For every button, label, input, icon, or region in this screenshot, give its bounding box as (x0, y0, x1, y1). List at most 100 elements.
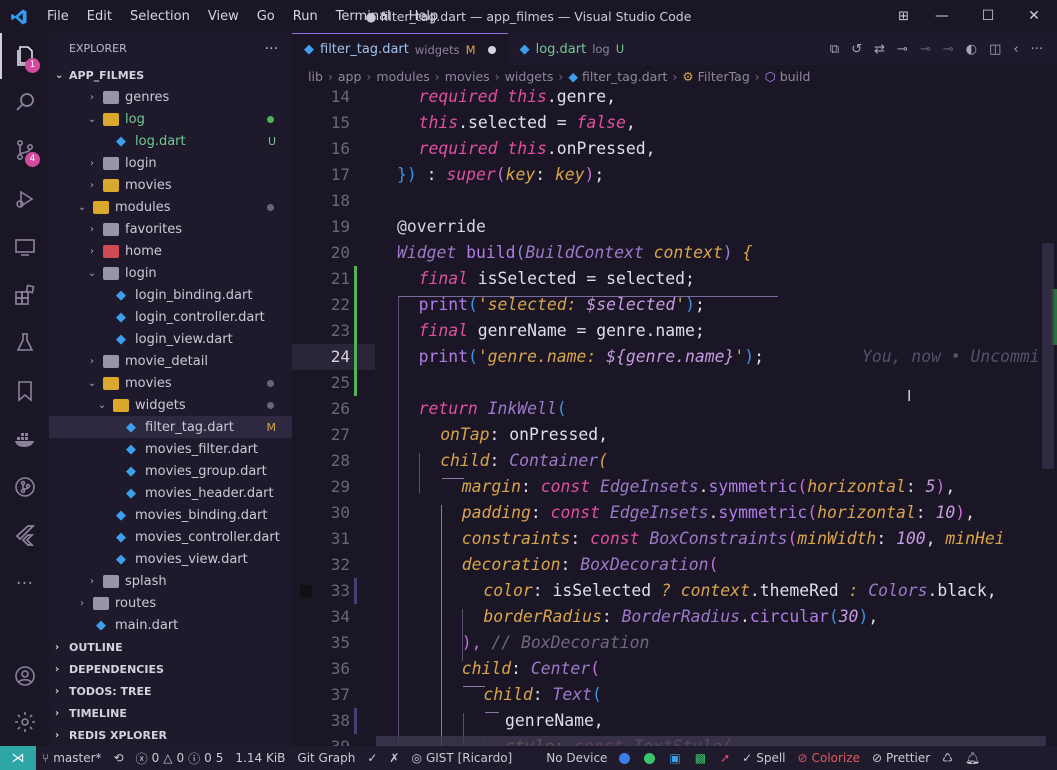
breadcrumb-item[interactable]: movies (445, 69, 490, 84)
menu-terminal[interactable]: Terminal (327, 0, 400, 33)
tree-folder[interactable]: › login (49, 152, 292, 174)
more-icon[interactable]: ··· (0, 560, 49, 606)
code-line[interactable]: 31 constraints: const BoxConstraints(minW… (292, 526, 1057, 552)
green-circle-icon[interactable] (644, 752, 656, 764)
code-line[interactable]: 27 onTap: onPressed, (292, 422, 1057, 448)
tree-folder[interactable]: ⌄ login (49, 262, 292, 284)
tree-folder[interactable]: › movies (49, 174, 292, 196)
tree-file[interactable]: ◆ login_controller.dart (49, 306, 292, 328)
code-line[interactable]: 23 final genreName = genre.name; (292, 318, 1057, 344)
sync-status[interactable]: ⟲ (108, 751, 130, 765)
close-button[interactable]: ✕ (1011, 0, 1057, 33)
tree-file[interactable]: ◆ login_view.dart (49, 328, 292, 350)
code-line[interactable]: 18 (292, 188, 1057, 214)
section-dependencies[interactable]: › DEPENDENCIES (49, 658, 292, 680)
compare-icon[interactable]: ⇄ (874, 42, 885, 57)
prettier-status[interactable]: ⊘ Prettier (866, 751, 936, 765)
section-redis-xplorer[interactable]: › REDIS XPLORER (49, 724, 292, 746)
check-icon[interactable]: ✓ (361, 751, 383, 765)
code-line[interactable]: 14 required this.genre, (292, 87, 1057, 110)
section-timeline[interactable]: › TIMELINE (49, 702, 292, 724)
problems-status[interactable]: ⓧ 0 △ 0 ⓘ 0 5 (130, 750, 230, 767)
tree-folder[interactable]: ⌄ modules (49, 196, 292, 218)
horizontal-scrollbar[interactable] (376, 736, 1046, 746)
split-editor-icon[interactable]: ◫ (989, 42, 1001, 57)
notifications-bell-icon[interactable]: 🔔︎ (959, 751, 986, 765)
more-actions-icon[interactable]: ··· (1031, 42, 1043, 57)
breakpoint-marker[interactable] (300, 585, 312, 597)
open-changes-icon[interactable]: ⧉ (830, 42, 839, 57)
device-icon[interactable]: ▣ (669, 751, 680, 765)
blue-circle-icon[interactable] (619, 752, 631, 764)
tree-file[interactable]: ◆ movies_group.dart (49, 460, 292, 482)
code-line[interactable]: 29 margin: const EdgeInsets.symmetric(hor… (292, 474, 1057, 500)
branch-status[interactable]: ⑂ master* (36, 751, 108, 765)
breadcrumb-item[interactable]: app (338, 69, 362, 84)
menu-edit[interactable]: Edit (78, 0, 121, 33)
tree-file[interactable]: ◆ filter_tag.dart M (49, 416, 292, 438)
testing-icon[interactable] (0, 320, 49, 366)
minimize-button[interactable]: — (919, 0, 965, 33)
code-line[interactable]: 32 decoration: BoxDecoration( (292, 552, 1057, 578)
device-status[interactable]: No Device (540, 751, 613, 765)
settings-gear-icon[interactable] (0, 699, 49, 745)
code-line[interactable]: 24 print('genre.name: ${genre.name}'); You… (292, 344, 1057, 370)
tree-folder[interactable]: › movie_detail (49, 350, 292, 372)
code-line[interactable]: 28 child: Container( (292, 448, 1057, 474)
code-line[interactable]: 15 this.selected = false, (292, 110, 1057, 136)
tree-folder[interactable]: › splash (49, 570, 292, 592)
search-icon[interactable] (0, 79, 49, 125)
docker-icon[interactable] (0, 416, 49, 462)
code-editor[interactable]: 14 required this.genre, 15 this.selected = … (292, 87, 1057, 746)
code-line[interactable]: 16 required this.onPressed, (292, 136, 1057, 162)
bookmarks-icon[interactable] (0, 368, 49, 414)
code-line[interactable]: 22 print('selected: $selected'); (292, 292, 1057, 318)
next-change-icon[interactable]: ⊸ (943, 42, 954, 57)
tree-file[interactable]: ◆ login_binding.dart (49, 284, 292, 306)
code-line[interactable]: 37 child: Text( (292, 682, 1057, 708)
tree-folder[interactable]: › home (49, 240, 292, 262)
breadcrumb-item[interactable]: widgets (505, 69, 554, 84)
breadcrumb-item[interactable]: modules (376, 69, 429, 84)
code-line[interactable]: 26 return InkWell( (292, 396, 1057, 422)
git-commit-icon[interactable]: ⊸ (897, 42, 908, 57)
unsaved-dot-icon[interactable] (487, 45, 496, 54)
vertical-scrollbar[interactable] (1042, 243, 1054, 469)
menu-file[interactable]: File (38, 0, 78, 33)
menu-help[interactable]: Help (400, 0, 448, 33)
explorer-more-icon[interactable]: ··· (265, 41, 278, 57)
tree-file[interactable]: ◆ movies_header.dart (49, 482, 292, 504)
menu-go[interactable]: Go (248, 0, 284, 33)
customize-layout-icon[interactable]: ⊞ (898, 0, 909, 33)
git-graph-button[interactable]: Git Graph (291, 751, 361, 765)
remote-explorer-icon[interactable] (0, 224, 49, 270)
code-line[interactable]: 33 color: isSelected ? context.themeRed :… (292, 578, 1057, 604)
tree-folder[interactable]: ⌄ movies (49, 372, 292, 394)
section-todos-tree[interactable]: › TODOS: TREE (49, 680, 292, 702)
section-outline[interactable]: › OUTLINE (49, 636, 292, 658)
menu-view[interactable]: View (199, 0, 248, 33)
tree-folder[interactable]: › routes (49, 592, 292, 614)
code-line[interactable]: 25 (292, 370, 1057, 396)
breadcrumb-class[interactable]: FilterTag (698, 69, 750, 84)
code-line[interactable]: 35), // BoxDecoration (292, 630, 1057, 656)
breadcrumb-file[interactable]: filter_tag.dart (582, 69, 667, 84)
tree-folder[interactable]: ⌄ log (49, 108, 292, 130)
gist-status[interactable]: ◎ GIST [Ricardo] (405, 751, 518, 765)
breadcrumb-item[interactable]: lib (308, 69, 323, 84)
tree-folder[interactable]: › favorites (49, 218, 292, 240)
previous-change-icon[interactable]: ⊸ (920, 42, 931, 57)
maximize-button[interactable]: ☐ (965, 0, 1011, 33)
code-line[interactable]: 38 genreName, (292, 708, 1057, 734)
code-line[interactable]: 21 final isSelected = selected; (292, 266, 1057, 292)
tree-folder[interactable]: › genres (49, 86, 292, 108)
workspace-root[interactable]: ⌄ APP_FILMES (49, 64, 292, 86)
run-debug-icon[interactable] (0, 176, 49, 222)
menu-run[interactable]: Run (284, 0, 327, 33)
timeline-history-icon[interactable]: ↺ (851, 42, 862, 57)
tab-filter-tag[interactable]: ◆ filter_tag.dart widgets M (292, 33, 508, 65)
code-line[interactable]: 30 padding: const EdgeInsets.symmetric(ho… (292, 500, 1057, 526)
code-line[interactable]: 20 Widget build(BuildContext context) { (292, 240, 1057, 266)
back-icon[interactable]: ‹ (1013, 42, 1018, 57)
explorer-icon[interactable]: 1 (0, 33, 49, 79)
